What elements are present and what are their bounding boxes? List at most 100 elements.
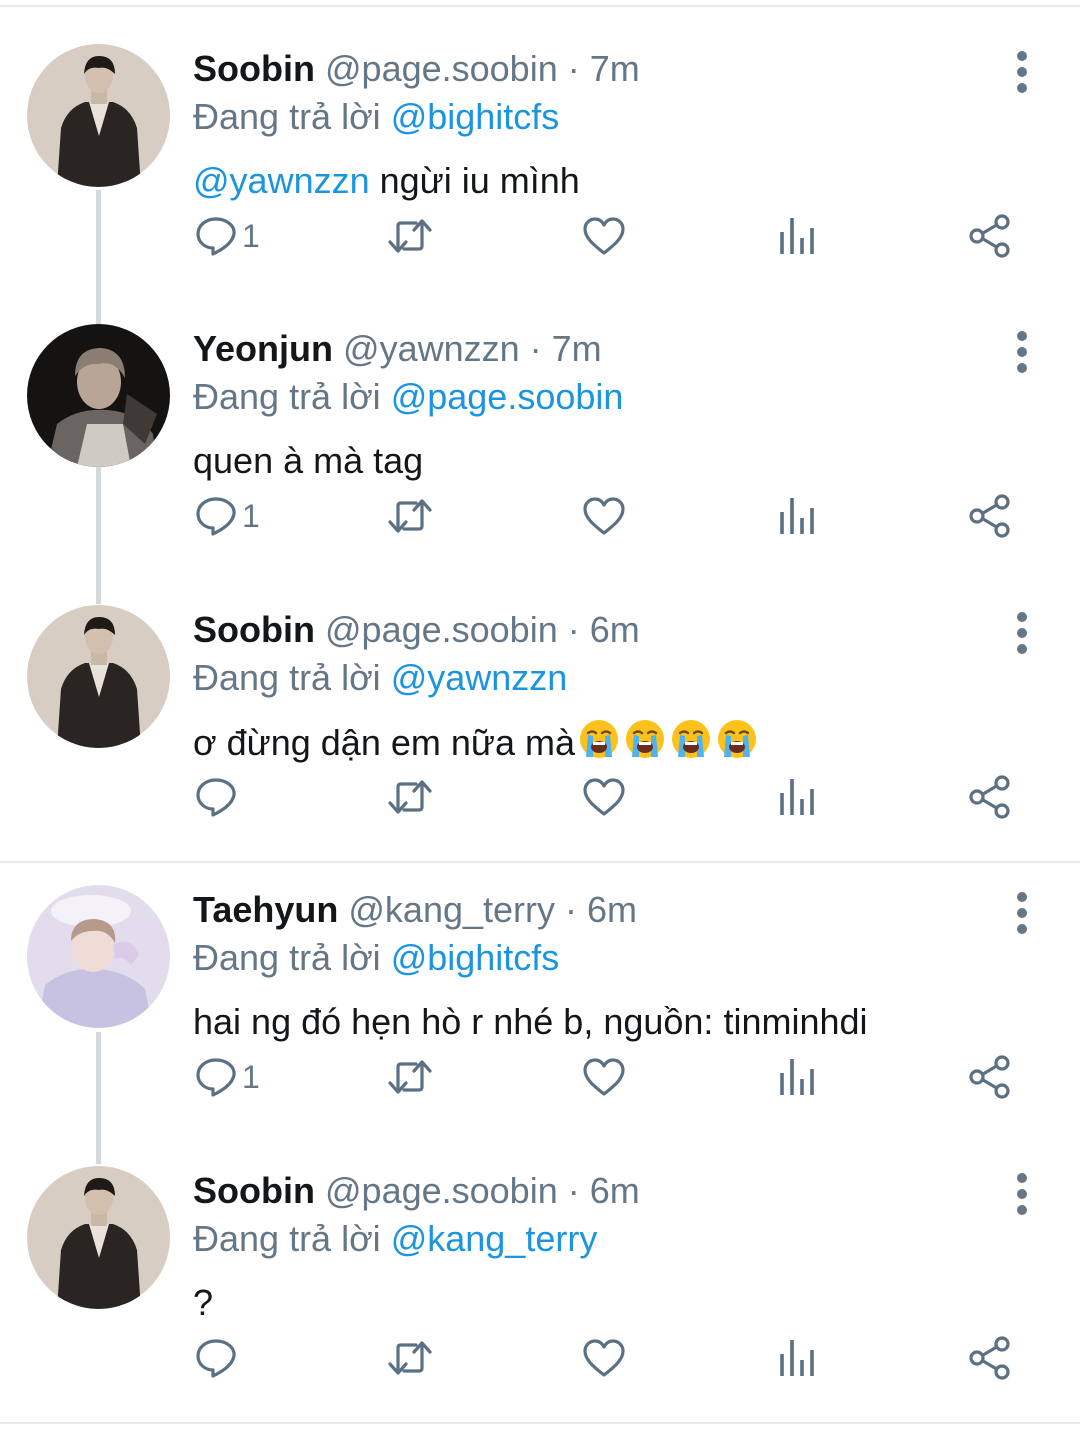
analytics-icon [780, 779, 814, 815]
replying-to-mention[interactable]: @bighitcfs [391, 96, 560, 137]
user-handle[interactable]: @page.soobin [325, 1170, 558, 1211]
display-name[interactable]: Taehyun [193, 889, 338, 930]
more-options-button[interactable] [1002, 1172, 1042, 1216]
tweet[interactable]: Soobin @page.soobin · 6m Đang trả lời @k… [0, 1122, 1080, 1402]
tweet[interactable]: Soobin @page.soobin · 7m Đang trả lời @b… [0, 0, 1080, 280]
more-vertical-icon [1017, 51, 1027, 93]
analytics-button[interactable] [778, 1047, 818, 1107]
avatar-image [27, 324, 170, 467]
replying-to-mention[interactable]: @bighitcfs [391, 937, 560, 978]
share-button[interactable] [968, 206, 1012, 266]
heart-icon [583, 1058, 625, 1096]
like-button[interactable] [582, 1328, 626, 1388]
heart-icon [583, 497, 625, 535]
more-options-button[interactable] [1002, 330, 1042, 374]
meta-separator: · [519, 328, 552, 369]
timestamp[interactable]: 7m [552, 328, 602, 369]
loudly-crying-face-emoji [580, 720, 619, 758]
analytics-button[interactable] [778, 486, 818, 546]
tweet-actions: 1 [0, 486, 1080, 546]
share-button[interactable] [968, 1328, 1012, 1388]
tweet-header: Soobin @page.soobin · 7m [193, 44, 640, 94]
retweet-button[interactable] [386, 1047, 434, 1107]
tweet-text: quen à mà tag [193, 436, 423, 486]
retweet-button[interactable] [386, 486, 434, 546]
share-icon [969, 1055, 1010, 1099]
share-icon [969, 1336, 1010, 1380]
retweet-icon [388, 499, 432, 533]
tweet-body: hai ng đó hẹn hò r nhé b, nguồn: tinminh… [193, 1001, 868, 1042]
user-handle[interactable]: @page.soobin [325, 609, 558, 650]
analytics-icon [780, 1340, 814, 1376]
like-button[interactable] [582, 1047, 626, 1107]
more-options-button[interactable] [1002, 891, 1042, 935]
avatar[interactable] [27, 44, 170, 187]
meta-separator: · [555, 889, 588, 930]
avatar-image [27, 605, 170, 748]
reply-icon [196, 1058, 236, 1097]
timestamp[interactable]: 6m [587, 889, 637, 930]
like-button[interactable] [582, 486, 626, 546]
reply-icon [196, 217, 236, 256]
display-name[interactable]: Soobin [193, 609, 315, 650]
tweet[interactable]: Taehyun @kang_terry · 6m Đang trả lời @b… [0, 841, 1080, 1121]
timestamp[interactable]: 6m [590, 1170, 640, 1211]
retweet-button[interactable] [386, 206, 434, 266]
user-handle[interactable]: @page.soobin [325, 48, 558, 89]
more-options-button[interactable] [1002, 611, 1042, 655]
retweet-button[interactable] [386, 767, 434, 827]
analytics-button[interactable] [778, 1328, 818, 1388]
tweet-actions [0, 1328, 1080, 1388]
reply-icon [196, 1339, 236, 1378]
text-mention[interactable]: @yawnzzn [193, 160, 370, 201]
reply-button[interactable]: 1 [194, 486, 260, 546]
like-button[interactable] [582, 767, 626, 827]
meta-separator: · [557, 609, 590, 650]
replying-to-mention[interactable]: @yawnzzn [391, 657, 568, 698]
tweet[interactable]: Yeonjun @yawnzzn · 7m Đang trả lời @page… [0, 280, 1080, 560]
replying-to-label: Đang trả lời [193, 937, 391, 978]
reply-button[interactable] [194, 1328, 242, 1388]
avatar-image [27, 1166, 170, 1309]
tweet-header: Taehyun @kang_terry · 6m [193, 885, 637, 935]
replying-to-mention[interactable]: @kang_terry [391, 1218, 598, 1259]
reply-button[interactable]: 1 [194, 1047, 260, 1107]
tweet[interactable]: Soobin @page.soobin · 6m Đang trả lời @y… [0, 561, 1080, 841]
timestamp[interactable]: 7m [590, 48, 640, 89]
more-options-button[interactable] [1002, 50, 1042, 94]
avatar[interactable] [27, 605, 170, 748]
reply-button[interactable] [194, 767, 242, 827]
display-name[interactable]: Soobin [193, 48, 315, 89]
retweet-icon [388, 1341, 432, 1375]
user-handle[interactable]: @kang_terry [348, 889, 555, 930]
replying-to-mention[interactable]: @page.soobin [391, 376, 624, 417]
retweet-button[interactable] [386, 1328, 434, 1388]
timestamp[interactable]: 6m [590, 609, 640, 650]
share-icon [969, 214, 1010, 258]
loudly-crying-face-emoji [718, 720, 757, 758]
tweet-body: ngừi iu mình [369, 160, 580, 201]
share-button[interactable] [968, 486, 1012, 546]
analytics-button[interactable] [778, 767, 818, 827]
replying-to: Đang trả lời @bighitcfs [193, 933, 559, 983]
analytics-icon [780, 1059, 814, 1095]
avatar[interactable] [27, 885, 170, 1028]
avatar[interactable] [27, 324, 170, 467]
bottom-divider [0, 1422, 1080, 1424]
like-button[interactable] [582, 206, 626, 266]
analytics-icon [780, 498, 814, 534]
user-handle[interactable]: @yawnzzn [343, 328, 520, 369]
tweet-body: ơ đừng dận em nữa mà [193, 722, 576, 763]
display-name[interactable]: Yeonjun [193, 328, 333, 369]
display-name[interactable]: Soobin [193, 1170, 315, 1211]
analytics-button[interactable] [778, 206, 818, 266]
share-button[interactable] [968, 767, 1012, 827]
avatar[interactable] [27, 1166, 170, 1309]
share-button[interactable] [968, 1047, 1012, 1107]
tweet-header: Soobin @page.soobin · 6m [193, 605, 640, 655]
tweet-header: Yeonjun @yawnzzn · 7m [193, 324, 602, 374]
tweet-text: hai ng đó hẹn hò r nhé b, nguồn: tinminh… [193, 997, 868, 1047]
loudly-crying-face-emoji [672, 720, 711, 758]
more-vertical-icon [1017, 1173, 1027, 1215]
reply-button[interactable]: 1 [194, 206, 260, 266]
